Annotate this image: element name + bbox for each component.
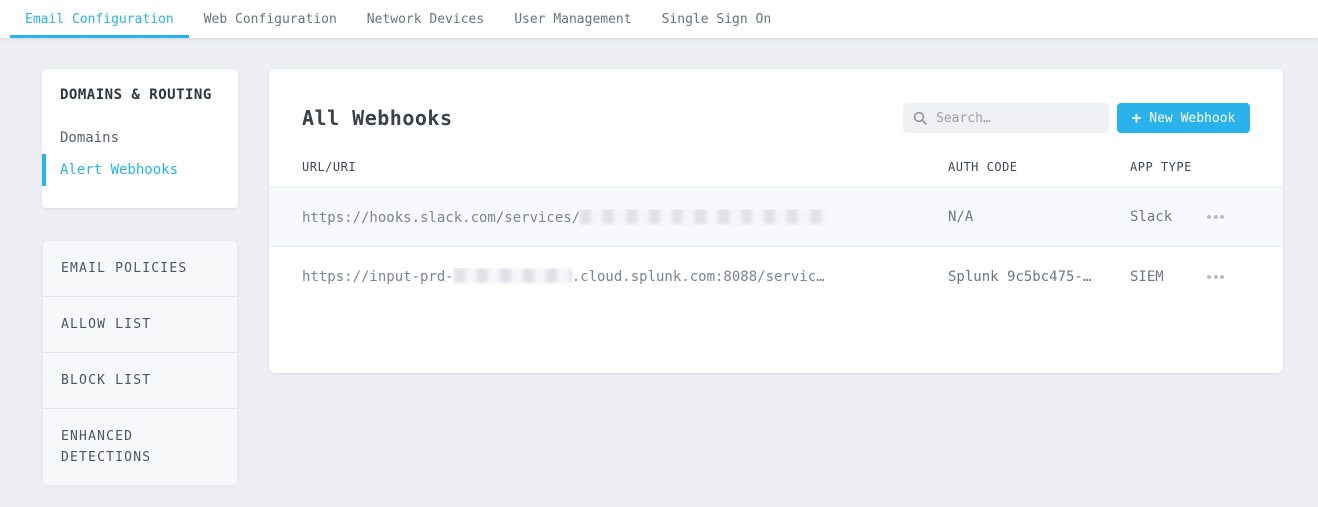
sidebar-item-allow-list[interactable]: ALLOW LIST bbox=[43, 296, 237, 352]
table-header-row: URL/URI AUTH CODE APP TYPE bbox=[269, 160, 1283, 188]
cell-app-type: SIEM bbox=[1130, 268, 1164, 285]
panel-header: All Webhooks + New Webhook bbox=[302, 69, 1250, 133]
column-header-url: URL/URI bbox=[302, 160, 357, 174]
column-header-app-type: APP TYPE bbox=[1130, 160, 1192, 174]
tab-network-devices[interactable]: Network Devices bbox=[352, 0, 499, 38]
sidebar-item-alert-webhooks[interactable]: Alert Webhooks bbox=[42, 154, 220, 186]
search-icon bbox=[913, 111, 927, 125]
plus-icon: + bbox=[1131, 108, 1142, 127]
row-actions-menu-icon[interactable] bbox=[1205, 269, 1226, 285]
row-actions-menu-icon[interactable] bbox=[1205, 209, 1226, 225]
sidebar-item-enhanced-detections[interactable]: ENHANCED DETECTIONS bbox=[43, 408, 237, 485]
tab-user-management[interactable]: User Management bbox=[499, 0, 646, 38]
page-title: All Webhooks bbox=[302, 106, 453, 130]
tab-web-configuration[interactable]: Web Configuration bbox=[189, 0, 352, 38]
sidebar-item-domains[interactable]: Domains bbox=[60, 122, 220, 154]
sidebar-item-email-policies[interactable]: EMAIL POLICIES bbox=[43, 241, 237, 296]
table-body: https://hooks.slack.com/services/ N/A Sl… bbox=[269, 188, 1283, 306]
sidebar: DOMAINS & ROUTING Domains Alert Webhooks… bbox=[42, 69, 238, 486]
cell-auth-code: N/A bbox=[948, 209, 974, 225]
cell-app-type: Slack bbox=[1130, 209, 1173, 225]
tab-email-configuration[interactable]: Email Configuration bbox=[10, 0, 189, 38]
redacted-url-segment bbox=[453, 268, 572, 283]
search-input[interactable] bbox=[936, 110, 1099, 126]
sidebar-sections-card: EMAIL POLICIES ALLOW LIST BLOCK LIST ENH… bbox=[42, 240, 238, 486]
webhooks-panel: All Webhooks + New Webhook URL/URI AUTH … bbox=[269, 69, 1283, 373]
sidebar-item-block-list[interactable]: BLOCK LIST bbox=[43, 352, 237, 408]
cell-url: https://hooks.slack.com/services/ bbox=[302, 208, 948, 226]
table-row-splunk-webhook: https://input-prd- .cloud.splunk.com:8088… bbox=[269, 247, 1283, 306]
redacted-url-segment bbox=[580, 208, 831, 224]
tab-single-sign-on[interactable]: Single Sign On bbox=[647, 0, 787, 38]
active-indicator-bar bbox=[42, 154, 46, 186]
sidebar-item-label: Alert Webhooks bbox=[60, 162, 179, 178]
domains-routing-heading: DOMAINS & ROUTING bbox=[60, 87, 212, 103]
top-navigation: Email Configuration Web Configuration Ne… bbox=[0, 0, 1318, 38]
column-header-auth-code: AUTH CODE bbox=[948, 160, 1018, 174]
new-webhook-button[interactable]: + New Webhook bbox=[1117, 103, 1250, 133]
cell-auth-code: Splunk 9c5bc475-… bbox=[948, 268, 1092, 285]
domains-routing-card: DOMAINS & ROUTING Domains Alert Webhooks bbox=[42, 69, 238, 208]
url-text: https://input-prd- bbox=[302, 269, 454, 285]
table-row-slack-webhook: https://hooks.slack.com/services/ N/A Sl… bbox=[269, 188, 1283, 247]
new-webhook-label: New Webhook bbox=[1149, 110, 1236, 126]
url-text-suffix: .cloud.splunk.com:8088/servic… bbox=[571, 269, 825, 285]
search-box bbox=[903, 103, 1109, 133]
page-content: DOMAINS & ROUTING Domains Alert Webhooks… bbox=[0, 38, 1318, 486]
url-text: https://hooks.slack.com/services/ bbox=[302, 209, 581, 226]
cell-url: https://input-prd- .cloud.splunk.com:8088… bbox=[302, 268, 948, 285]
